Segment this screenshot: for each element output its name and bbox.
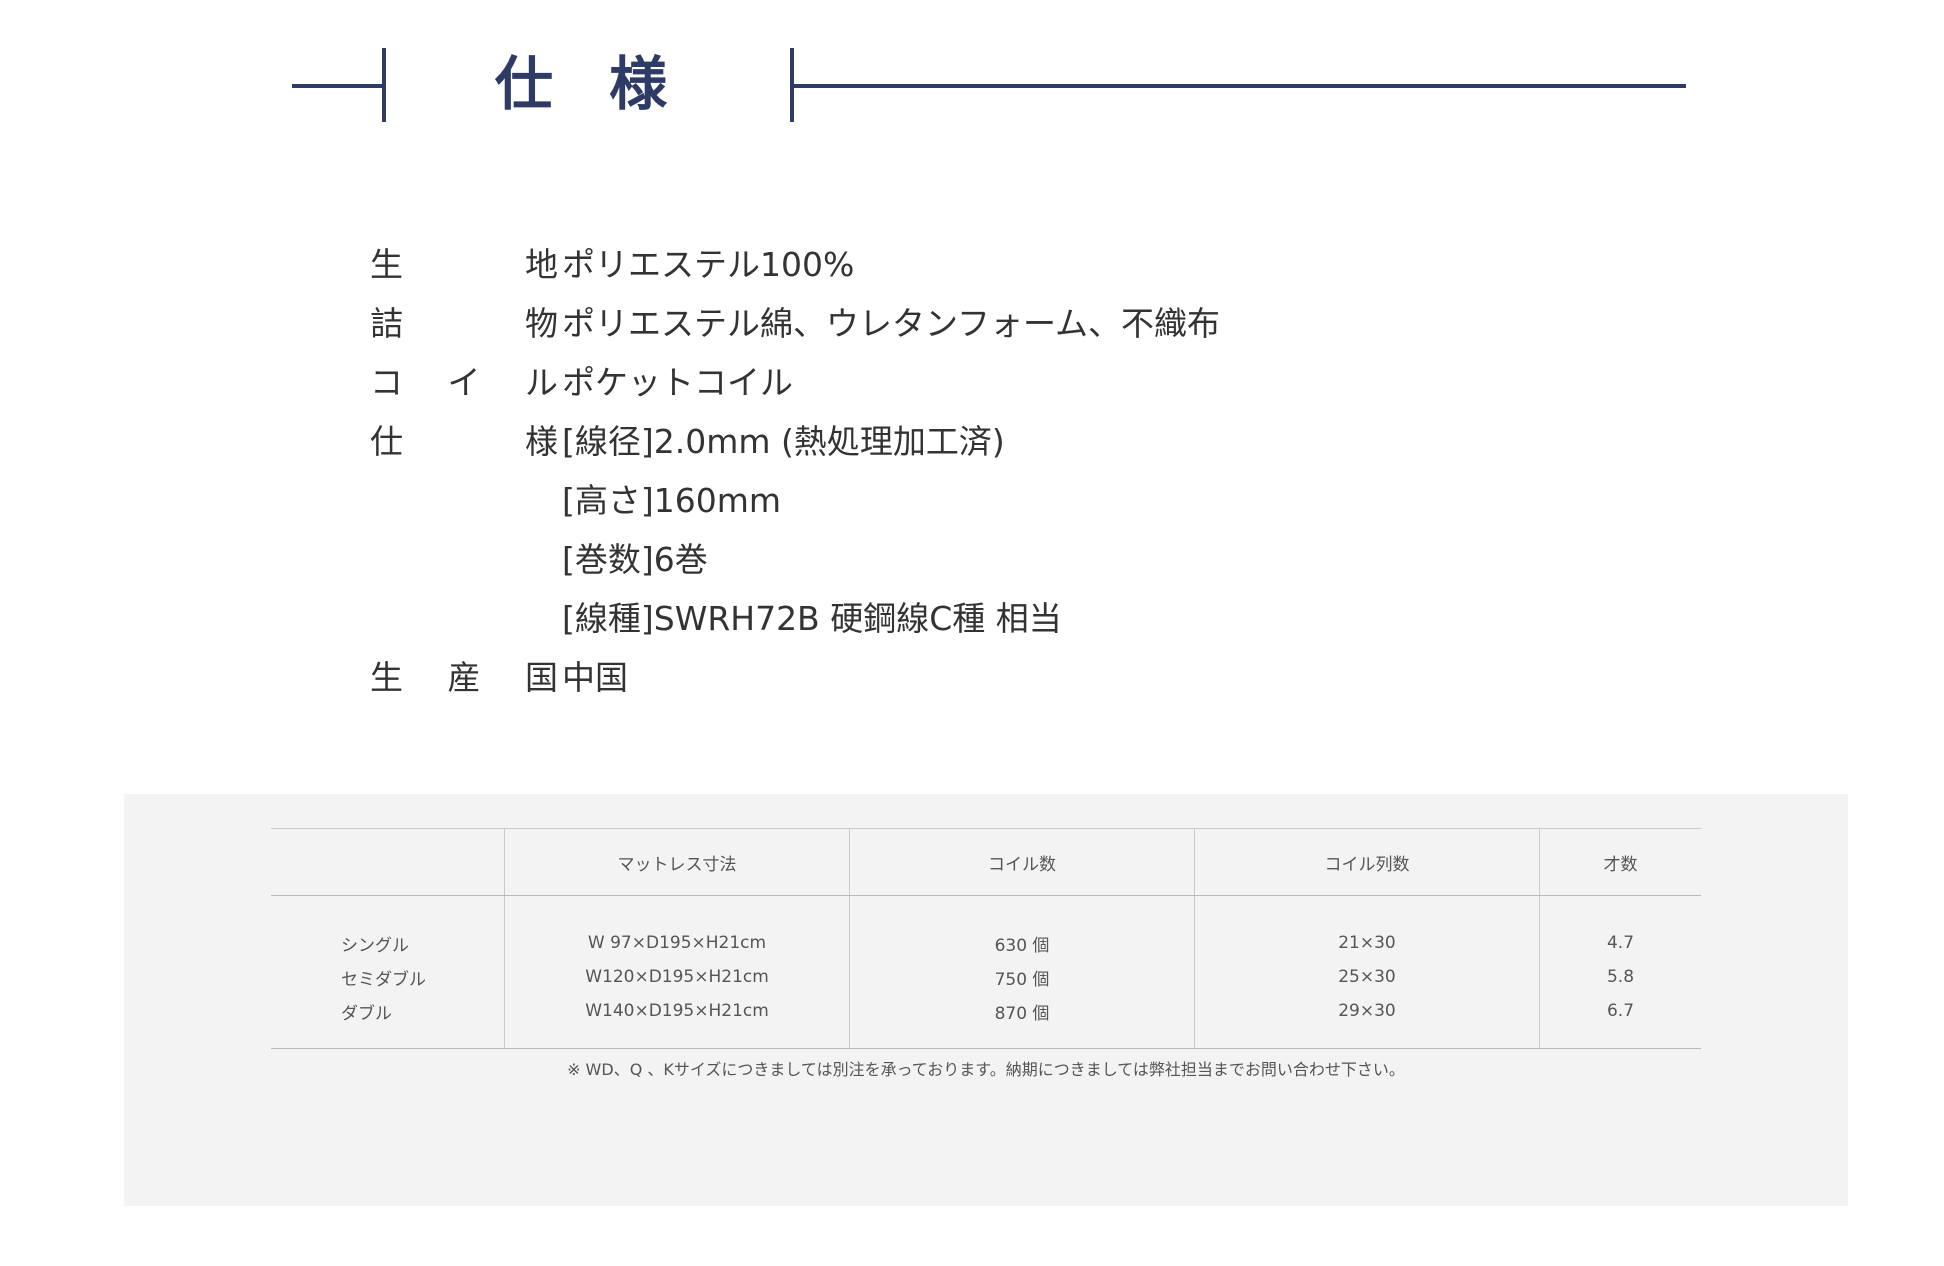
spec-label-char: 国 xyxy=(525,657,558,697)
table-cell-volume: 5.8 xyxy=(1606,967,1635,987)
table-cell-size-name: セミダブル xyxy=(341,969,426,990)
spec-label-char: 詰 xyxy=(370,303,403,343)
table-cell-coil-rows: 21×30 xyxy=(1338,933,1396,953)
table-body: シングル セミダブル ダブル W 97×D195×H21cm W120×D195… xyxy=(271,896,1701,1048)
table-cell-volume: 6.7 xyxy=(1606,1001,1635,1021)
spec-row: 生 産 国中国 xyxy=(370,645,1570,704)
table-cell-size-name: ダブル xyxy=(341,1003,392,1024)
spec-label-char: 生 xyxy=(370,244,403,284)
heading-rule-left xyxy=(292,84,384,88)
heading-rule-right xyxy=(792,84,1686,88)
spec-value: [線種]SWRH72B 硬鋼線C種 相当 xyxy=(562,598,1062,638)
page-title: 仕 様 xyxy=(494,50,686,118)
spec-label-char: コ xyxy=(370,362,403,402)
spec-row: [高さ]160mm xyxy=(370,468,1570,527)
table-cell-coil-rows: 29×30 xyxy=(1338,1001,1396,1021)
spec-row: 生地ポリエステル100% xyxy=(370,232,1570,291)
table-header-cell xyxy=(271,829,504,896)
spec-label: コイル xyxy=(370,356,562,404)
spec-row: 仕様 [線径]2.0mm (熱処理加工済) xyxy=(370,409,1570,468)
spec-label: 詰物 xyxy=(370,297,562,345)
size-table-panel: マットレス寸法 コイル数 コイル列数 才数 シングル セミダブル ダブル W 9… xyxy=(124,794,1848,1206)
table-header-cell: コイル数 xyxy=(988,855,1056,875)
spec-list: 生地ポリエステル100% 詰物ポリエステル綿、ウレタンフォーム、不織布コイルポケッ… xyxy=(370,232,1570,704)
spec-label-char: 仕 xyxy=(370,421,403,461)
spec-label-char: 物 xyxy=(525,303,558,343)
spec-value: [線径]2.0mm (熱処理加工済) xyxy=(562,421,1005,461)
table-cell-coil-count: 870 個 xyxy=(994,1003,1050,1024)
spec-value: [巻数]6巻 xyxy=(562,539,708,579)
spec-label: 仕様 xyxy=(370,415,562,463)
spec-label-char: 様 xyxy=(525,421,558,461)
spec-label-char: ル xyxy=(525,362,558,402)
spec-value: ポケットコイル xyxy=(562,362,793,402)
spec-row: コ イ ルポケットコイル xyxy=(370,350,1570,409)
heading-tick-left xyxy=(382,48,386,122)
table-cell-dimensions: W120×D195×H21cm xyxy=(585,967,769,987)
spec-value: ポリエステル100% xyxy=(562,244,855,284)
spec-row: [線種]SWRH72B 硬鋼線C種 相当 xyxy=(370,586,1570,645)
table-header-cell: マットレス寸法 xyxy=(617,855,737,875)
spec-value: ポリエステル綿、ウレタンフォーム、不織布 xyxy=(562,303,1221,343)
table-header-row: マットレス寸法 コイル数 コイル列数 才数 xyxy=(271,829,1701,896)
spec-row: [巻数]6巻 xyxy=(370,527,1570,586)
table-cell-size-name: シングル xyxy=(341,935,409,956)
spec-label: 生地 xyxy=(370,238,562,286)
spec-value: [高さ]160mm xyxy=(562,480,782,520)
size-table: マットレス寸法 コイル数 コイル列数 才数 シングル セミダブル ダブル W 9… xyxy=(271,828,1701,1049)
table-cell-volume: 4.7 xyxy=(1606,933,1635,953)
spec-label-char: 産 xyxy=(447,657,481,697)
table-note: ※ WD、Q 、Kサイズにつきましては別注を承っております。納期につきましては弊… xyxy=(567,1060,1405,1079)
spec-value: 中国 xyxy=(562,657,628,697)
section-heading: 仕 様 xyxy=(0,0,1944,140)
spec-label-char: 生 xyxy=(370,657,403,697)
table-cell-dimensions: W 97×D195×H21cm xyxy=(587,933,767,953)
spec-row: 詰物ポリエステル綿、ウレタンフォーム、不織布 xyxy=(370,291,1570,350)
table-cell-coil-rows: 25×30 xyxy=(1338,967,1396,987)
table-header-cell: コイル列数 xyxy=(1324,855,1410,875)
table-cell-dimensions: W140×D195×H21cm xyxy=(585,1001,769,1021)
spec-label: 生産国 xyxy=(370,651,562,699)
table-cell-coil-count: 630 個 xyxy=(994,935,1050,956)
table-cell-coil-count: 750 個 xyxy=(994,969,1050,990)
page: 仕 様 生地ポリエステル100% 詰物ポリエステル綿、ウレタンフォーム、不織布コイ… xyxy=(0,0,1944,1266)
table-header-cell: 才数 xyxy=(1603,855,1638,875)
spec-label-char: 地 xyxy=(525,244,558,284)
spec-label-char: イ xyxy=(447,362,481,402)
